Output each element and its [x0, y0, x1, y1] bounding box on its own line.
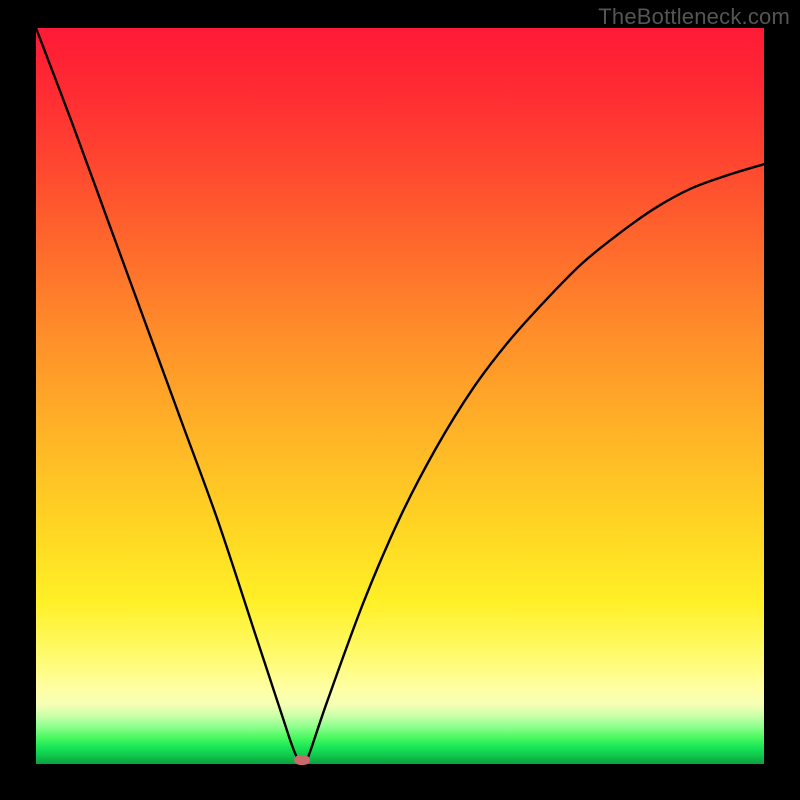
chart-frame: TheBottleneck.com — [0, 0, 800, 800]
curve-layer — [36, 28, 764, 764]
optimum-marker — [294, 755, 310, 765]
bottleneck-curve — [36, 28, 764, 764]
plot-area — [36, 28, 764, 764]
watermark-text: TheBottleneck.com — [598, 4, 790, 30]
